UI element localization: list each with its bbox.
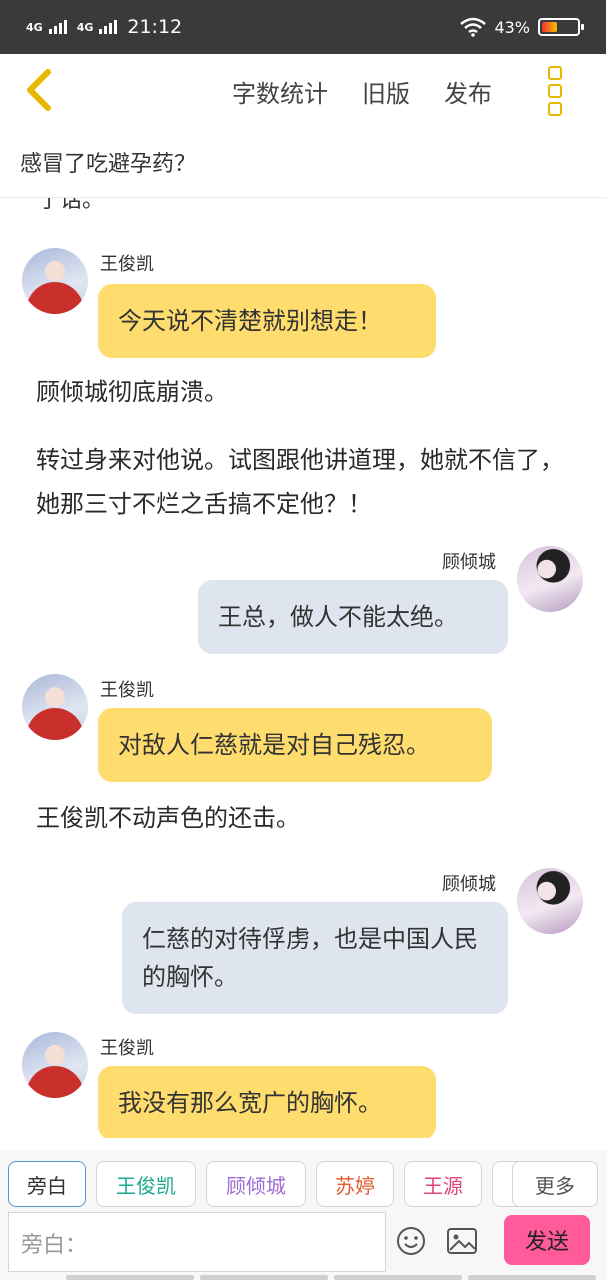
message-bubble[interactable]: 仁慈的对待俘虏，也是中国人民的胸怀。 <box>122 902 508 1014</box>
role-label: 王源 <box>423 1173 463 1198</box>
avatar[interactable] <box>517 868 583 934</box>
battery-percent: 43% <box>494 17 530 37</box>
battery-icon <box>538 18 584 36</box>
signal-icon-2: 4G <box>77 20 118 34</box>
avatar[interactable] <box>22 1032 88 1098</box>
narration-text[interactable]: 顾倾城彻底崩溃。 <box>36 370 576 414</box>
role-chip-suting[interactable]: 苏婷 <box>316 1161 394 1207</box>
speaker-name: 王俊凯 <box>100 1038 154 1059</box>
image-icon[interactable] <box>446 1226 478 1256</box>
speaker-name: 王俊凯 <box>100 254 154 275</box>
clock: 21:12 <box>127 16 183 38</box>
role-chip-guqingcheng[interactable]: 顾倾城 <box>206 1161 306 1207</box>
emoji-icon[interactable] <box>396 1226 426 1256</box>
narration-text[interactable]: 王俊凯不动声色的还击。 <box>36 796 576 840</box>
avatar[interactable] <box>22 248 88 314</box>
wifi-icon <box>460 17 487 37</box>
chapter-title[interactable]: 感冒了吃避孕药？ <box>0 128 606 198</box>
message-bubble[interactable]: 今天说不清楚就别想走！ <box>98 284 436 358</box>
top-bar: 字数统计 旧版 发布 <box>0 54 606 128</box>
more-roles-button[interactable]: 更多 <box>512 1161 598 1207</box>
avatar[interactable] <box>517 546 583 612</box>
old-version-button[interactable]: 旧版 <box>362 74 410 109</box>
speaker-name: 顾倾城 <box>442 874 496 895</box>
avatar[interactable] <box>22 674 88 740</box>
partial-text: 了话。 <box>38 198 105 213</box>
message-input[interactable]: 旁白： <box>8 1212 386 1272</box>
role-chip-narrator[interactable]: 旁白 <box>8 1161 86 1207</box>
message-bubble[interactable]: 对敌人仁慈就是对自己残忍。 <box>98 708 492 782</box>
back-arrow-icon[interactable] <box>22 68 58 112</box>
role-chip-wangyuan[interactable]: 王源 <box>404 1161 482 1207</box>
more-menu-icon[interactable] <box>548 66 562 116</box>
input-bar: 旁白： 发送 <box>0 1212 606 1280</box>
role-label: 苏婷 <box>335 1173 375 1198</box>
role-label: 顾倾城 <box>226 1173 286 1198</box>
message-bubble[interactable]: 王总，做人不能太绝。 <box>198 580 508 654</box>
narration-text[interactable]: 转过身来对他说。试图跟他讲道理，她就不信了，她那三寸不烂之舌搞不定他？！ <box>36 438 564 526</box>
chat-area[interactable]: 了话。 王俊凯 今天说不清楚就别想走！ 顾倾城彻底崩溃。 转过身来对他说。试图跟… <box>0 198 606 1138</box>
message-bubble[interactable]: 我没有那么宽广的胸怀。 <box>98 1066 436 1138</box>
speaker-name: 王俊凯 <box>100 680 154 701</box>
role-chip-wangjunkai[interactable]: 王俊凯 <box>96 1161 196 1207</box>
role-label: 王俊凯 <box>116 1173 176 1198</box>
signal-icon: 4G <box>26 20 67 34</box>
send-button[interactable]: 发送 <box>504 1215 590 1265</box>
speaker-name: 顾倾城 <box>442 552 496 573</box>
publish-button[interactable]: 发布 <box>444 74 492 109</box>
word-count-button[interactable]: 字数统计 <box>232 74 328 109</box>
role-label: 旁白 <box>27 1173 67 1198</box>
bottom-scrollbar <box>66 1275 596 1280</box>
status-bar: 4G 4G 21:12 43% <box>0 0 606 54</box>
